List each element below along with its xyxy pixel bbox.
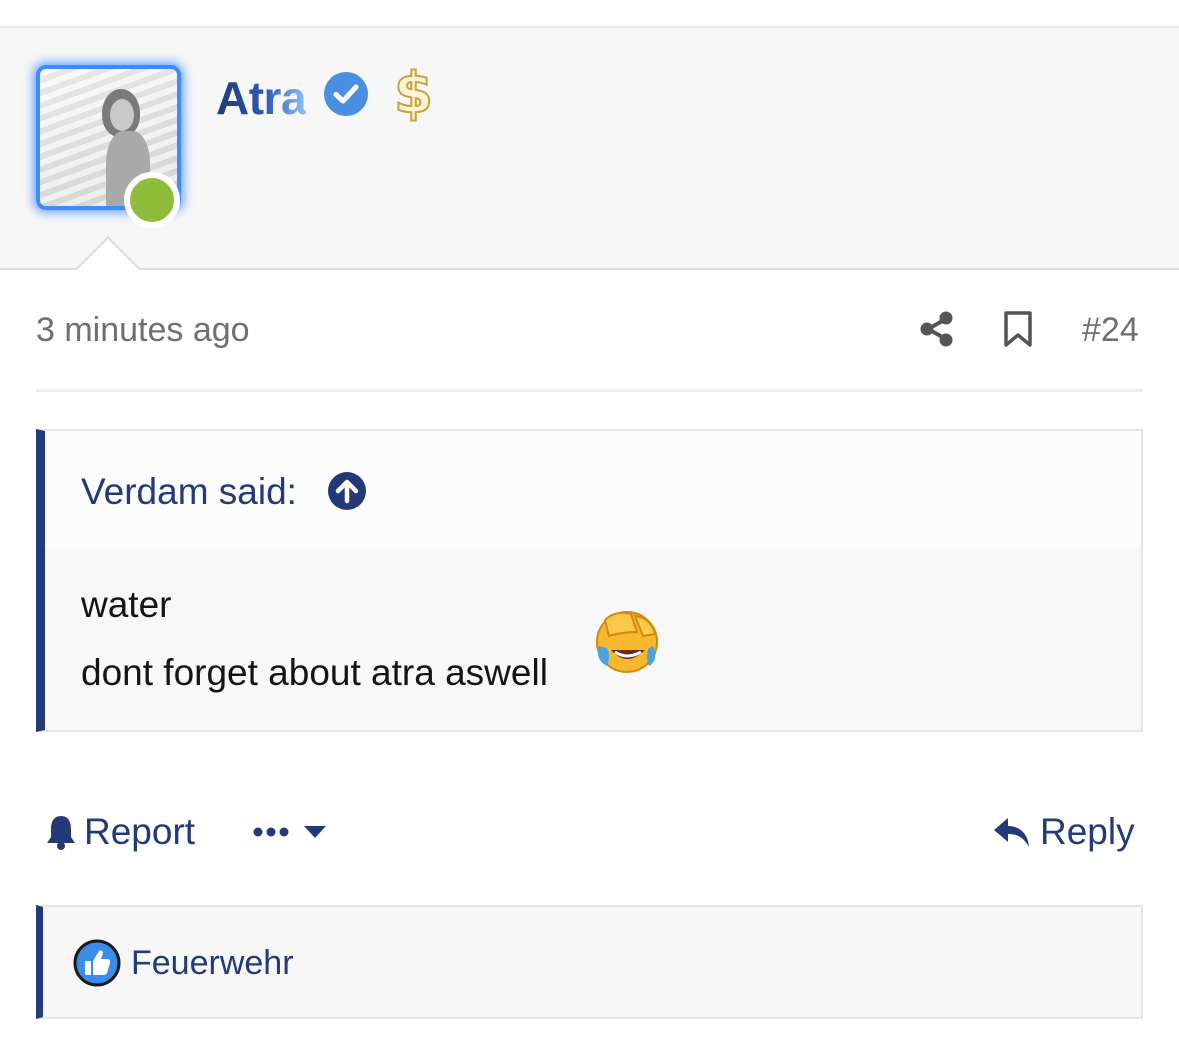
username[interactable]: Atra — [216, 72, 307, 124]
post-number-link[interactable]: #24 — [1082, 310, 1139, 350]
avatar-face — [110, 99, 134, 131]
face-with-tears-of-joy-emoji-icon — [596, 611, 658, 673]
quote-author[interactable]: Verdam said: — [81, 471, 297, 513]
quote-block: Verdam said: water dont forget about atr… — [36, 429, 1143, 732]
arrow-up-circle-icon[interactable] — [327, 471, 367, 511]
dollar-badge-icon: $ — [393, 61, 434, 126]
reactor-name-link[interactable]: Feuerwehr — [131, 943, 294, 983]
ellipsis-icon — [253, 827, 289, 837]
report-button[interactable]: Report — [44, 810, 195, 854]
quote-body: water dont forget about atra aswell — [45, 548, 1141, 694]
bookmark-icon[interactable] — [1001, 310, 1035, 348]
reply-arrow-icon — [994, 818, 1029, 847]
reply-button[interactable]: Reply — [992, 810, 1135, 854]
chevron-down-icon — [304, 826, 326, 838]
verified-check-icon — [324, 72, 368, 116]
post-timestamp[interactable]: 3 minutes ago — [36, 310, 250, 350]
header-pointer-fill — [76, 239, 140, 271]
online-status-indicator — [124, 172, 180, 228]
bell-icon — [47, 816, 75, 850]
thumbs-up-like-icon — [73, 939, 121, 987]
reactions-bar[interactable]: Feuerwehr — [36, 905, 1143, 1019]
more-options-menu[interactable] — [252, 816, 328, 848]
report-label: Report — [84, 811, 196, 852]
quote-line: dont forget about atra aswell — [81, 611, 1141, 694]
reply-label: Reply — [1040, 811, 1135, 852]
divider — [36, 389, 1143, 392]
quote-line-text: dont forget about atra aswell — [81, 652, 548, 693]
share-icon[interactable] — [918, 310, 956, 348]
quote-header: Verdam said: — [45, 431, 1141, 548]
